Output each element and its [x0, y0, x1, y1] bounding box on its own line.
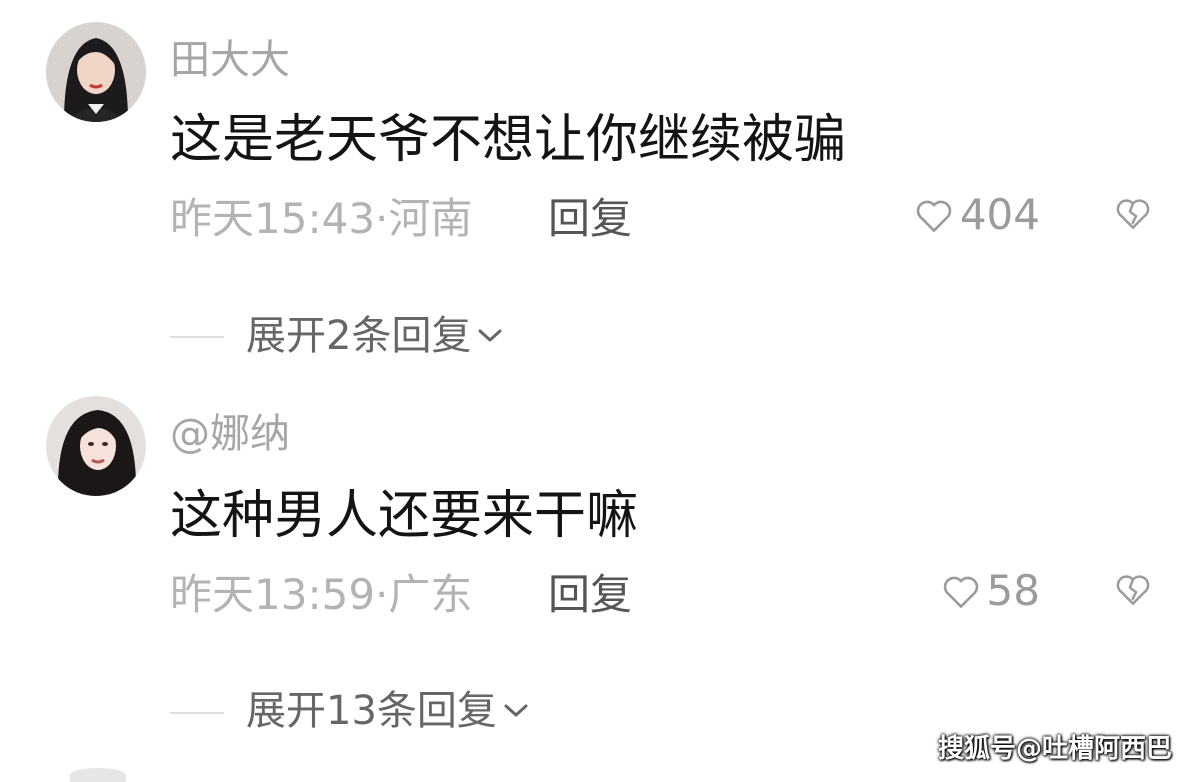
- avatar[interactable]: [46, 396, 146, 496]
- chevron-down-icon: [478, 329, 502, 342]
- expand-divider: [170, 712, 224, 714]
- like-count: 58: [986, 566, 1040, 615]
- comment-username[interactable]: @娜纳: [170, 414, 290, 454]
- comment-text: 这种男人还要来干嘛: [170, 486, 639, 546]
- reply-button[interactable]: 回复: [548, 574, 632, 616]
- comment-username[interactable]: 田大大: [170, 40, 290, 80]
- chevron-down-icon: [504, 704, 528, 717]
- broken-heart-icon: [1116, 575, 1150, 605]
- comment-meta: 昨天15:43·河南: [170, 194, 473, 243]
- heart-outline-icon: [916, 200, 952, 232]
- comment-text: 这是老天爷不想让你继续被骗: [170, 110, 847, 170]
- watermark: 搜狐号@吐槽阿西巴: [937, 734, 1172, 764]
- reply-button[interactable]: 回复: [548, 198, 632, 240]
- dislike-button[interactable]: [1114, 196, 1152, 234]
- like-button[interactable]: 58: [941, 570, 1040, 612]
- expand-replies-label: 展开2条回复: [246, 313, 472, 359]
- expand-replies-label: 展开13条回复: [246, 688, 497, 734]
- broken-heart-icon: [1116, 199, 1150, 229]
- next-avatar: [70, 768, 126, 782]
- like-button[interactable]: 404: [914, 194, 1040, 236]
- comment-meta: 昨天13:59·广东: [170, 570, 473, 619]
- expand-replies-button[interactable]: 展开2条回复: [246, 316, 503, 356]
- expand-divider: [170, 336, 224, 338]
- like-count: 404: [959, 190, 1040, 239]
- avatar[interactable]: [46, 22, 146, 122]
- expand-replies-button[interactable]: 展开13条回复: [246, 691, 529, 731]
- dislike-button[interactable]: [1114, 572, 1152, 610]
- heart-outline-icon: [943, 576, 978, 608]
